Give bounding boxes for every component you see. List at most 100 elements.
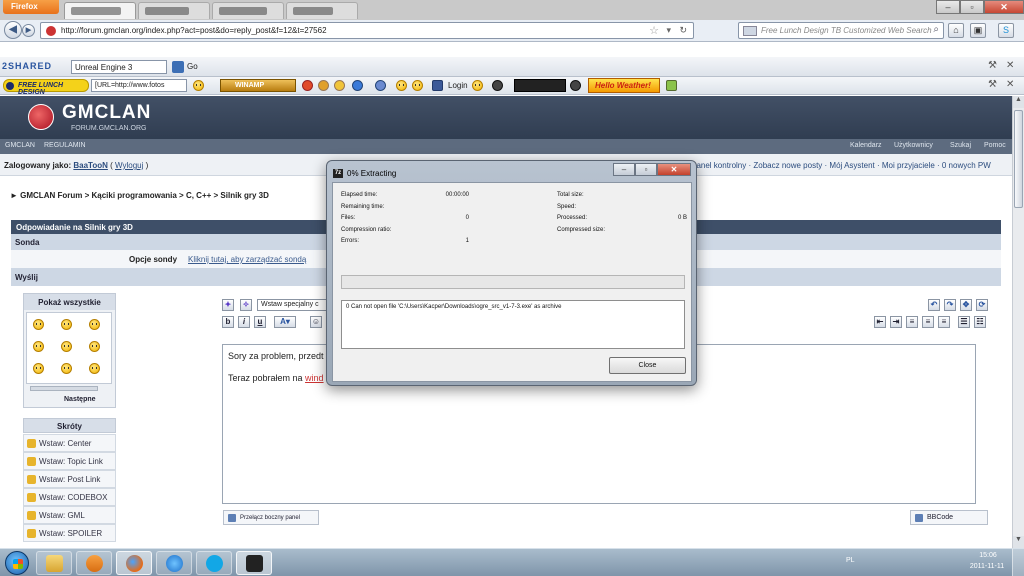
url-bar[interactable]: http://forum.gmclan.org/index.php?act=po… bbox=[40, 22, 694, 39]
dropdown-arrow-icon[interactable]: ▾ bbox=[666, 25, 671, 36]
maximize-button[interactable]: ▫ bbox=[960, 0, 984, 14]
nav-szukaj[interactable]: Szukaj bbox=[950, 142, 971, 149]
smiley-icon[interactable] bbox=[61, 363, 72, 374]
bold-button[interactable]: b bbox=[222, 316, 234, 328]
smiley-icon[interactable] bbox=[89, 319, 100, 330]
shortcut-center[interactable]: Wstaw: Center bbox=[23, 434, 116, 452]
error-message-list[interactable]: 0 Can not open file 'C:\Users\Kacper\Dow… bbox=[341, 300, 685, 349]
nav-pomoc[interactable]: Pomoc bbox=[984, 142, 1006, 149]
taskbar-skype[interactable] bbox=[196, 551, 232, 575]
show-all-smilies-link[interactable]: Pokaż wszystkie bbox=[24, 294, 115, 310]
taskbar-internet-explorer[interactable] bbox=[156, 551, 192, 575]
home-icon[interactable]: ⌂ bbox=[948, 23, 964, 38]
toolbar-app-icon[interactable] bbox=[318, 80, 329, 91]
wrench-icon[interactable]: ⚒ bbox=[988, 60, 997, 71]
smiley-scrollbar[interactable] bbox=[30, 386, 98, 391]
username-link[interactable]: BaaTooN bbox=[73, 161, 108, 170]
tab-inactive[interactable] bbox=[138, 2, 210, 19]
refresh-icon[interactable]: ⟳ bbox=[976, 299, 988, 311]
nav-uzytkownicy[interactable]: Użytkownicy bbox=[894, 142, 933, 149]
menu-icon[interactable]: ▣ bbox=[970, 23, 986, 38]
taskbar-explorer[interactable] bbox=[36, 551, 72, 575]
close-toolbar-icon[interactable]: ✕ bbox=[1006, 79, 1014, 90]
page-scrollbar[interactable]: ▲ ▼ bbox=[1012, 96, 1024, 548]
dialog-maximize-button[interactable]: ▫ bbox=[635, 163, 657, 176]
smiley-icon[interactable] bbox=[33, 363, 44, 374]
indent-left-icon[interactable]: ⇤ bbox=[874, 316, 886, 328]
indent-right-icon[interactable]: ⇥ bbox=[890, 316, 902, 328]
manage-poll-link[interactable]: Kliknij tutaj, aby zarządzać sondą bbox=[188, 255, 306, 264]
editor-mode-icon[interactable]: ✦ bbox=[222, 299, 234, 311]
bookmark-star-icon[interactable]: ☆ bbox=[649, 24, 659, 37]
shortcut-topic-link[interactable]: Wstaw: Topic Link bbox=[23, 452, 116, 470]
scroll-up-arrow-icon[interactable]: ▲ bbox=[1013, 96, 1024, 108]
toolbar-app-icon[interactable] bbox=[352, 80, 363, 91]
search-icon[interactable]: ⌕ bbox=[933, 24, 939, 35]
hello-weather-widget[interactable]: Hello Weather! bbox=[588, 78, 660, 93]
editor-source-icon[interactable]: ✧ bbox=[240, 299, 252, 311]
facebook-icon[interactable] bbox=[432, 80, 443, 91]
search-bar[interactable]: Free Lunch Design TB Customized Web Sear… bbox=[738, 22, 944, 39]
close-button[interactable]: Close bbox=[609, 357, 686, 374]
breadcrumb[interactable]: ► GMCLAN Forum > Kąciki programowania > … bbox=[10, 191, 269, 200]
taskbar-firefox[interactable] bbox=[116, 551, 152, 575]
bullet-list-icon[interactable]: ☷ bbox=[974, 316, 986, 328]
close-toolbar-icon[interactable]: ✕ bbox=[1006, 60, 1014, 71]
firefox-menu-button[interactable]: Firefox bbox=[3, 0, 59, 14]
smiley-icon[interactable] bbox=[89, 363, 100, 374]
shortcut-post-link[interactable]: Wstaw: Post Link bbox=[23, 470, 116, 488]
toolbar-app-icon[interactable] bbox=[570, 80, 581, 91]
toggle-side-panel-button[interactable]: Przełącz boczny panel bbox=[223, 510, 319, 525]
shortcut-gml[interactable]: Wstaw: GML bbox=[23, 506, 116, 524]
smiley-icon[interactable] bbox=[193, 80, 204, 91]
close-window-button[interactable]: ✕ bbox=[984, 0, 1024, 14]
align-left-icon[interactable]: ≡ bbox=[906, 316, 918, 328]
free-lunch-design-logo[interactable]: FREE LUNCH DESIGN bbox=[3, 79, 89, 96]
shortcut-codebox[interactable]: Wstaw: CODEBOX bbox=[23, 488, 116, 506]
skype-icon[interactable]: S bbox=[998, 23, 1014, 38]
forward-button[interactable]: ▶ bbox=[22, 24, 35, 37]
taskbar-media-player[interactable] bbox=[76, 551, 112, 575]
nav-regulamin[interactable]: REGULAMIN bbox=[44, 142, 86, 149]
scroll-down-arrow-icon[interactable]: ▼ bbox=[1013, 536, 1024, 548]
reload-icon[interactable]: ↻ bbox=[679, 25, 687, 36]
toolbar-app-icon[interactable] bbox=[666, 80, 677, 91]
nav-gmclan[interactable]: GMCLAN bbox=[5, 142, 35, 149]
align-right-icon[interactable]: ≡ bbox=[938, 316, 950, 328]
toolbar-app-icon[interactable] bbox=[472, 80, 483, 91]
minimize-button[interactable]: – bbox=[936, 0, 960, 14]
toolbar-app-icon[interactable] bbox=[302, 80, 313, 91]
taskbar-7zip[interactable] bbox=[236, 551, 272, 575]
next-smilies-link[interactable]: Następne bbox=[64, 396, 96, 403]
back-button[interactable]: ◀ bbox=[4, 21, 22, 39]
special-char-select[interactable]: Wstaw specjalny c bbox=[257, 299, 329, 311]
resize-icon[interactable]: ✥ bbox=[960, 299, 972, 311]
wrench-icon[interactable]: ⚒ bbox=[988, 79, 997, 90]
start-button[interactable] bbox=[5, 551, 29, 575]
scroll-thumb[interactable] bbox=[1014, 110, 1023, 208]
shortcut-spoiler[interactable]: Wstaw: SPOILER bbox=[23, 524, 116, 542]
clock-date[interactable]: 2011-11-11 bbox=[962, 563, 1012, 570]
redo-icon[interactable]: ↷ bbox=[944, 299, 956, 311]
font-color-button[interactable]: A▾ bbox=[274, 316, 296, 328]
user-panel-links[interactable]: panel kontrolny · Zobacz nowe posty · Mó… bbox=[692, 161, 991, 170]
site-logo[interactable]: GMCLAN bbox=[62, 102, 151, 124]
toolbar-app-icon[interactable] bbox=[375, 80, 386, 91]
italic-button[interactable]: i bbox=[238, 316, 250, 328]
smiley-icon[interactable] bbox=[89, 341, 100, 352]
tab-inactive[interactable] bbox=[212, 2, 284, 19]
dialog-minimize-button[interactable]: – bbox=[613, 163, 635, 176]
search-engine-icon[interactable] bbox=[743, 26, 757, 36]
toolbar-url-input[interactable]: [URL=http://www.fotos bbox=[91, 79, 187, 92]
tab-inactive[interactable] bbox=[286, 2, 358, 19]
dialog-close-x-button[interactable]: ✕ bbox=[657, 163, 691, 176]
underline-button[interactable]: u bbox=[254, 316, 266, 328]
smiley-insert-button[interactable]: ☺ bbox=[310, 316, 322, 328]
go-button[interactable]: Go bbox=[187, 62, 198, 71]
winamp-widget[interactable]: WINAMP bbox=[220, 79, 296, 92]
numbered-list-icon[interactable]: ☰ bbox=[958, 316, 970, 328]
toolbar-app-icon[interactable] bbox=[334, 80, 345, 91]
toolbar-app-icon[interactable] bbox=[396, 80, 407, 91]
align-center-icon[interactable]: ≡ bbox=[922, 316, 934, 328]
toolbar-app-icon[interactable] bbox=[412, 80, 423, 91]
